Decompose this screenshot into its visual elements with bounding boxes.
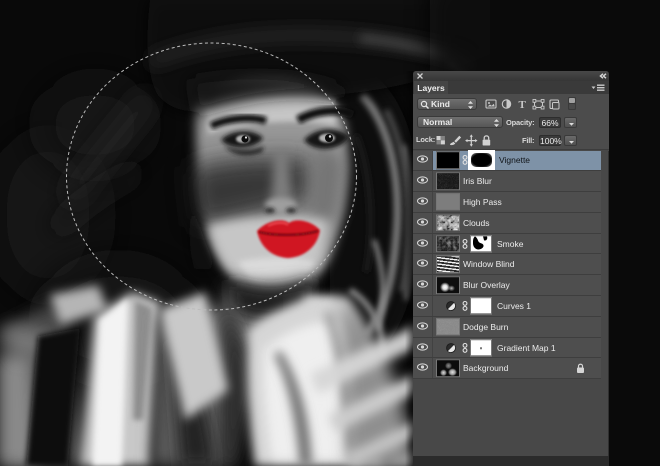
- svg-text:T: T: [519, 99, 527, 111]
